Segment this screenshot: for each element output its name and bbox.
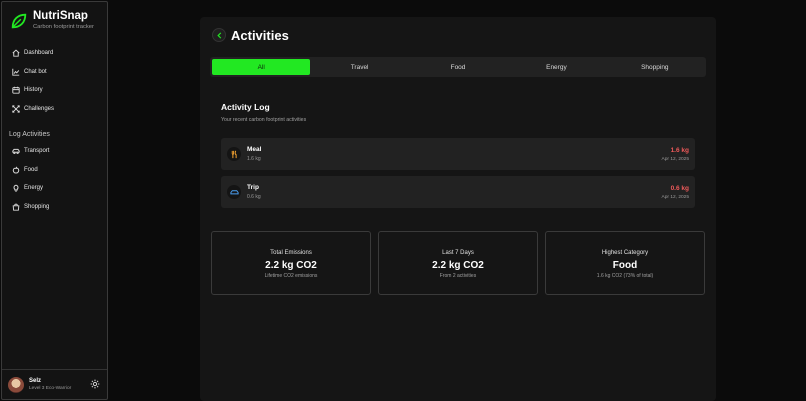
user-name: Selz — [29, 378, 42, 384]
sidebar: NutriSnap Carbon footprint tracker Dashb… — [1, 1, 108, 400]
list-item[interactable]: Meal 1.6 kg 1.6 kg Apr 12, 2025 — [221, 138, 695, 170]
stat-label: Total Emissions — [270, 250, 312, 256]
car-icon — [227, 185, 241, 199]
stat-card-highest-category: Highest Category Food 1.6 kg CO2 (73% of… — [545, 231, 705, 295]
page-title: Activities — [231, 28, 289, 43]
apple-icon — [12, 166, 20, 174]
stat-card-last-7-days: Last 7 Days 2.2 kg CO2 From 2 activities — [378, 231, 538, 295]
app-tagline: Carbon footprint tracker — [33, 24, 94, 30]
brand[interactable]: NutriSnap Carbon footprint tracker — [10, 10, 94, 31]
tab-food[interactable]: Food — [409, 59, 507, 75]
home-icon — [12, 49, 20, 57]
app-root: NutriSnap Carbon footprint tracker Dashb… — [0, 0, 806, 401]
stat-value: 2.2 kg CO2 — [265, 260, 317, 271]
leaf-icon — [11, 13, 27, 28]
sidebar-item-label: Chat bot — [24, 68, 47, 75]
car-icon — [12, 149, 20, 155]
shopping-icon — [12, 203, 20, 211]
tab-travel[interactable]: Travel — [310, 59, 408, 75]
user-profile[interactable]: Selz Level 3 Eco-Warrior — [2, 369, 107, 399]
sidebar-item-energy[interactable]: Energy — [2, 179, 109, 198]
stat-label: Last 7 Days — [442, 250, 474, 256]
activity-detail: 0.6 kg — [247, 194, 261, 200]
activity-detail: 1.6 kg — [247, 156, 261, 162]
activity-log-subtitle: Your recent carbon footprint activities — [221, 117, 307, 123]
app-name: NutriSnap — [33, 10, 88, 22]
fork-knife-icon — [227, 147, 241, 161]
sidebar-item-challenges[interactable]: Challenges — [2, 100, 109, 119]
list-item[interactable]: Trip 0.6 kg 0.6 kg Apr 12, 2025 — [221, 176, 695, 208]
sidebar-item-label: History — [24, 87, 43, 94]
chart-icon — [12, 68, 20, 76]
sidebar-item-transport[interactable]: Transport — [2, 142, 109, 161]
sidebar-item-label: Dashboard — [24, 50, 54, 57]
section-label-log-activities: Log Activities — [9, 131, 50, 138]
activity-amount: 0.6 kg — [670, 185, 689, 192]
sidebar-item-shopping[interactable]: Shopping — [2, 198, 109, 217]
sidebar-item-label: Shopping — [24, 204, 50, 211]
stat-value: 2.2 kg CO2 — [432, 260, 484, 271]
stat-subtext: From 2 activities — [439, 273, 477, 279]
activity-date: Apr 12, 2025 — [661, 195, 689, 200]
activity-name: Trip — [247, 184, 259, 191]
chevron-left-icon — [216, 31, 221, 39]
activity-amount: 1.6 kg — [670, 147, 689, 154]
lightbulb-icon — [13, 185, 19, 193]
gear-icon[interactable] — [90, 379, 100, 389]
challenges-icon — [12, 105, 20, 113]
stat-label: Highest Category — [601, 250, 649, 256]
back-button[interactable] — [212, 28, 226, 42]
activity-name: Meal — [247, 146, 262, 153]
activity-date: Apr 12, 2025 — [661, 157, 689, 162]
sidebar-item-food[interactable]: Food — [2, 161, 109, 180]
stat-subtext: 1.6 kg CO2 (73% of total) — [596, 273, 654, 279]
avatar[interactable] — [8, 376, 24, 393]
main-nav: Dashboard Chat bot History Challenges — [2, 44, 109, 118]
tab-all[interactable]: All — [212, 59, 311, 75]
stat-subtext: Lifetime CO2 emissions — [264, 273, 318, 279]
log-nav: Transport Food Energy Shopping — [2, 142, 109, 216]
tab-shopping[interactable]: Shopping — [606, 59, 704, 75]
sidebar-item-history[interactable]: History — [2, 81, 109, 100]
calendar-icon — [12, 87, 20, 95]
sidebar-item-chat-bot[interactable]: Chat bot — [2, 63, 109, 82]
tab-energy[interactable]: Energy — [507, 59, 605, 75]
stat-value: Food — [612, 260, 638, 271]
category-tabs: All Travel Food Energy Shopping — [210, 57, 706, 77]
sidebar-item-label: Energy — [24, 185, 44, 192]
sidebar-item-dashboard[interactable]: Dashboard — [2, 44, 109, 63]
sidebar-item-label: Transport — [24, 148, 50, 155]
sidebar-item-label: Food — [24, 166, 38, 173]
user-level: Level 3 Eco-Warrior — [29, 386, 72, 391]
stat-card-total-emissions: Total Emissions 2.2 kg CO2 Lifetime CO2 … — [211, 231, 371, 295]
sidebar-item-label: Challenges — [24, 106, 55, 113]
activity-log-title: Activity Log — [221, 102, 270, 112]
